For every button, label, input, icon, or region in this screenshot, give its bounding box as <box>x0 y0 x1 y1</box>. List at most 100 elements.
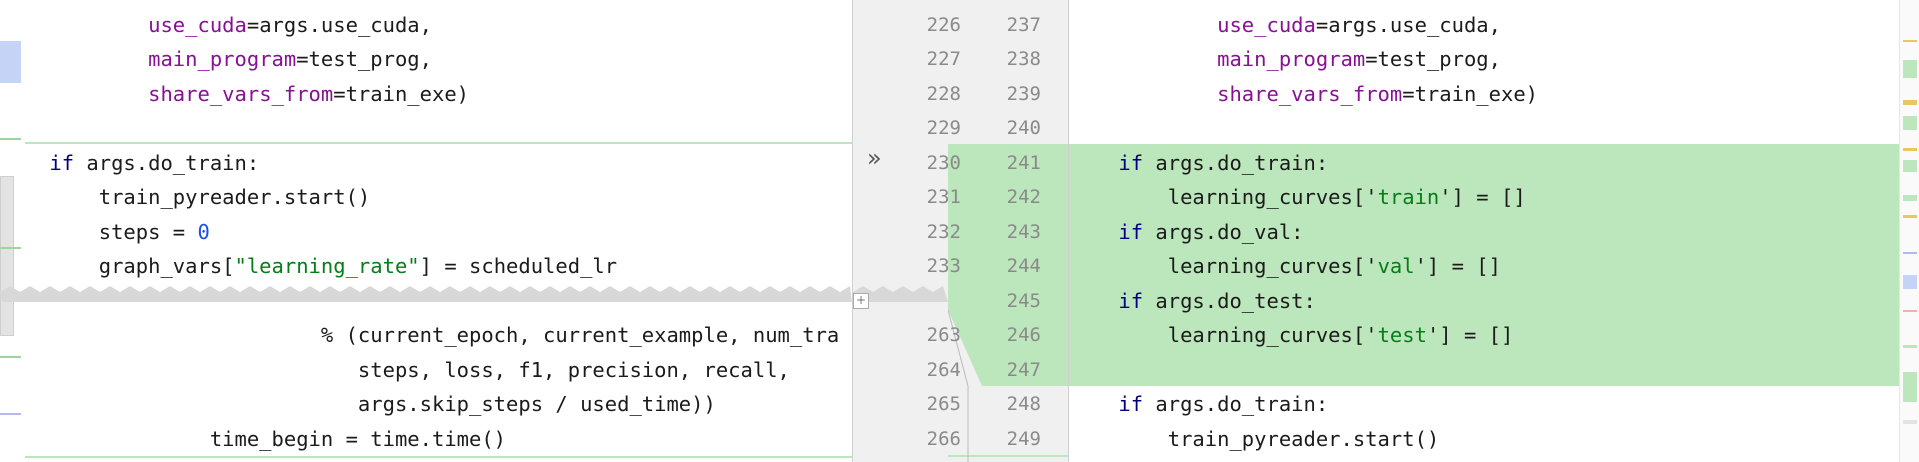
left-line-number: 263 <box>926 324 961 346</box>
change-marker <box>1903 100 1917 105</box>
code-text: =args.use_cuda, <box>1315 12 1501 37</box>
double-chevron-right-icon[interactable]: » <box>867 146 891 170</box>
code-kw: if <box>1118 392 1144 416</box>
code-text: train_pyreader.start() <box>1069 426 1440 451</box>
left-line-number: 227 <box>926 48 961 70</box>
code-text: =train_exe) <box>1402 81 1539 106</box>
code-line: use_cuda=args.use_cuda, <box>0 8 852 43</box>
change-marker <box>1903 40 1917 42</box>
code-text: time_begin = time.time() <box>0 426 507 451</box>
code-text: =train_exe) <box>333 81 470 106</box>
code-param: use_cuda <box>148 12 247 37</box>
right-editor-pane[interactable]: use_cuda=args.use_cuda, main_program=tes… <box>1069 0 1899 462</box>
code-line: learning_curves['val'] = [] <box>1069 249 1899 284</box>
change-marker <box>1903 252 1917 254</box>
right-line-number: 249 <box>1006 427 1041 450</box>
code-text: ] = scheduled_lr <box>419 254 618 278</box>
code-text: args.skip_steps / used_time)) <box>0 392 716 416</box>
code-str: test <box>1377 323 1427 347</box>
code-line: % (current_epoch, current_example, num_t… <box>0 318 852 353</box>
change-marker <box>1903 60 1917 78</box>
code-text: '] = [] <box>1439 185 1526 209</box>
left-line-number: 265 <box>926 393 961 415</box>
left-line-number: 232 <box>926 220 961 243</box>
code-line: steps = 0 <box>0 215 852 250</box>
change-marker <box>1903 148 1917 151</box>
left-line-number: 266 <box>926 427 961 450</box>
code-text: =args.use_cuda, <box>246 12 432 37</box>
left-line-number: 264 <box>926 358 961 381</box>
code-str: "learning_rate" <box>234 254 420 278</box>
code-text: train_pyreader.start() <box>0 185 371 209</box>
right-line-number: 244 <box>1006 255 1041 277</box>
code-text: graph_vars[ <box>0 254 235 278</box>
code-param: share_vars_from <box>148 81 334 106</box>
code-str: val <box>1377 254 1415 278</box>
left-editor-pane[interactable]: use_cuda=args.use_cuda, main_program=tes… <box>0 0 852 462</box>
right-line-number: 245 <box>1006 289 1041 312</box>
left-line-number: 230 <box>926 151 961 174</box>
code-line: use_cuda=args.use_cuda, <box>1069 8 1899 43</box>
change-marker <box>1903 372 1917 402</box>
code-line: if args.do_train: <box>1069 387 1899 422</box>
code-text: args.do_train: <box>74 150 260 175</box>
code-text: '] = [] <box>1426 323 1514 347</box>
code-param: main_program <box>1217 47 1366 71</box>
change-marker <box>1903 420 1917 424</box>
code-str: train <box>1377 185 1440 209</box>
right-line-number: 241 <box>1006 151 1041 174</box>
change-marker <box>1903 160 1917 172</box>
code-line: train_pyreader.start() <box>1069 422 1899 457</box>
right-line-number: 238 <box>1006 48 1041 70</box>
change-markers-strip[interactable] <box>1899 0 1919 462</box>
code-kw: if <box>1118 150 1144 175</box>
change-marker <box>1903 116 1917 130</box>
code-text: % (current_epoch, current_example, num_t… <box>0 323 840 347</box>
right-line-number: 240 <box>1006 117 1041 139</box>
right-line-number: 248 <box>1006 393 1041 415</box>
change-marker <box>1903 195 1917 201</box>
code-kw: if <box>1118 288 1144 313</box>
code-param: share_vars_from <box>1217 81 1403 106</box>
code-line: if args.do_val: <box>1069 215 1899 250</box>
code-line: args.skip_steps / used_time)) <box>0 387 852 422</box>
code-text: args.do_train: <box>1143 392 1329 416</box>
code-line: time_begin = time.time() <box>0 422 852 457</box>
code-num: 0 <box>197 219 210 244</box>
code-text: learning_curves[' <box>1069 185 1378 209</box>
left-line-number: 228 <box>926 82 961 105</box>
change-marker <box>1903 310 1917 312</box>
expand-icon[interactable]: + <box>853 293 869 309</box>
right-line-number: 242 <box>1006 186 1041 208</box>
folded-region-band[interactable] <box>0 286 852 308</box>
right-line-number: 246 <box>1006 324 1041 346</box>
code-param: use_cuda <box>1217 12 1316 37</box>
right-line-number: 239 <box>1006 82 1041 105</box>
code-kw: if <box>49 150 75 175</box>
code-text: args.do_val: <box>1143 219 1304 244</box>
code-text: learning_curves[' <box>1069 323 1378 347</box>
left-line-number: 231 <box>926 186 961 208</box>
code-line: learning_curves['test'] = [] <box>1069 318 1899 353</box>
code-line: main_program=test_prog, <box>1069 42 1899 77</box>
code-kw: if <box>1118 219 1144 244</box>
code-text: args.do_test: <box>1143 288 1316 313</box>
code-line: share_vars_from=train_exe) <box>1069 77 1899 112</box>
left-line-number: 229 <box>926 117 961 139</box>
code-text: steps = <box>0 219 198 244</box>
code-line: share_vars_from=train_exe) <box>0 77 852 112</box>
code-text: learning_curves[' <box>1069 254 1378 278</box>
code-text: '] = [] <box>1414 254 1501 278</box>
code-param: main_program <box>148 47 297 71</box>
right-line-number: 247 <box>1006 358 1041 381</box>
code-text: =test_prog, <box>1365 47 1501 71</box>
